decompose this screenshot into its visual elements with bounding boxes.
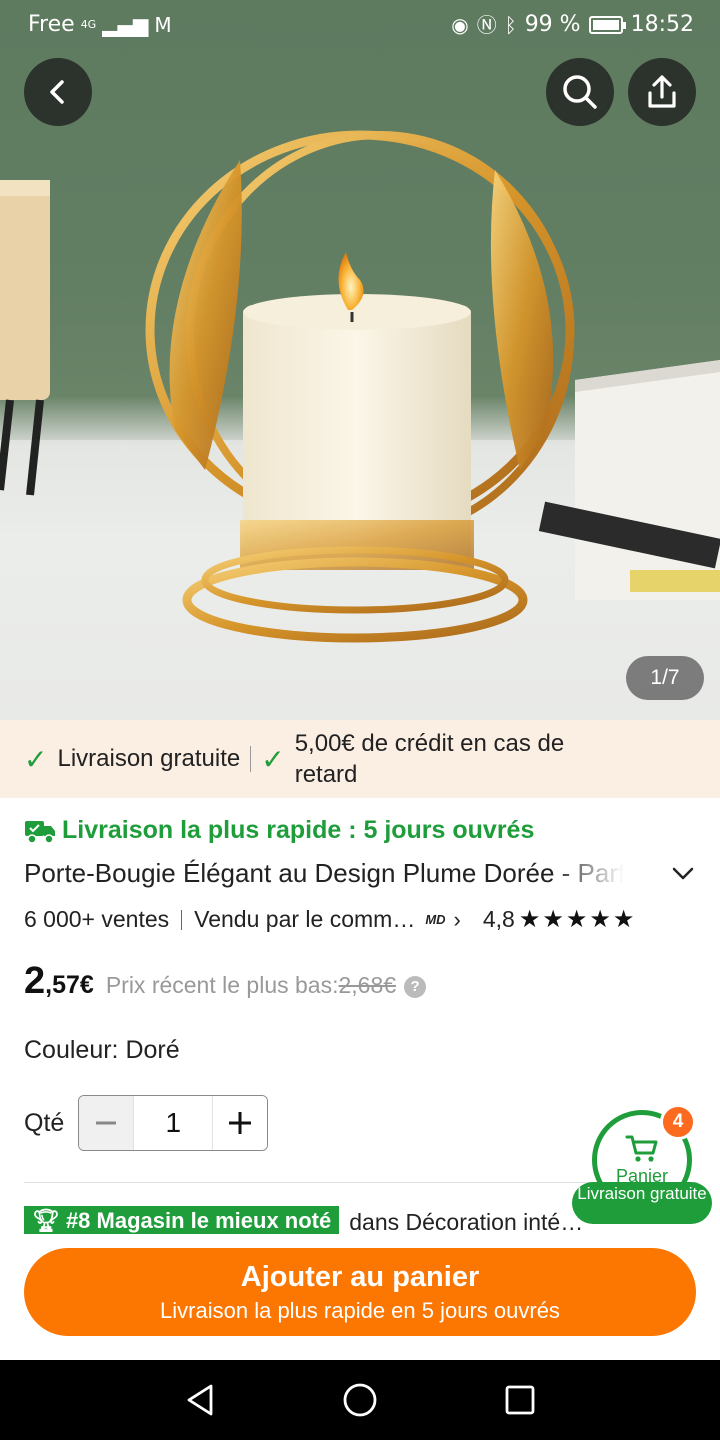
benefit-late-credit-label: 5,00€ de crédit en cas de retard: [294, 730, 565, 788]
help-icon[interactable]: ?: [404, 975, 427, 998]
floating-cart-button[interactable]: Panier 4 Livraison gratuite: [572, 1104, 712, 1226]
quantity-stepper[interactable]: 1: [78, 1095, 269, 1151]
add-to-cart-label: Ajouter au panier: [240, 1260, 480, 1293]
quantity-value[interactable]: 1: [133, 1096, 214, 1150]
quantity-row: Qté 1: [24, 1095, 269, 1151]
rank-badge: 🏆︎ #8 Magasin le mieux noté: [24, 1206, 340, 1236]
signal-icon: 4G: [80, 17, 97, 31]
benefit-free-shipping: ✓ Livraison gratuite: [24, 743, 240, 776]
image-counter: 1/7: [626, 656, 704, 700]
chevron-left-icon: [50, 80, 64, 104]
sales-seller-row: 6 000+ ventes Vendu par le comm… MD › 4,…: [24, 906, 700, 933]
chevron-down-icon[interactable]: [672, 867, 694, 881]
gmail-icon: M: [154, 12, 172, 37]
nav-recents-button[interactable]: [490, 1370, 550, 1430]
bluetooth-icon: ᛒ: [504, 12, 517, 37]
rating-value: 4,8: [482, 906, 515, 932]
price-row: 2 ,57€ Prix récent le plus bas:2,68€ ?: [24, 960, 427, 1003]
nav-home-button[interactable]: [330, 1370, 390, 1430]
star-icon: ★: [589, 905, 611, 933]
clock: 18:52: [630, 12, 694, 37]
system-navigation-bar: [0, 1360, 720, 1440]
network-type: 4G: [80, 17, 97, 31]
check-icon: ✓: [24, 743, 48, 775]
trophy-icon: 🏆︎: [32, 1208, 60, 1233]
triangle-back-icon: [187, 1384, 213, 1416]
cart-free-shipping-pill: Livraison gratuite: [572, 1182, 712, 1224]
star-icon: ★: [565, 905, 588, 933]
seller-badge: MD: [425, 912, 446, 927]
price-note: Prix récent le plus bas:2,68€: [106, 972, 396, 999]
share-button[interactable]: [628, 58, 696, 126]
back-button[interactable]: [24, 58, 92, 126]
rank-badge-label: #8 Magasin le mieux noté: [65, 1208, 332, 1233]
product-photo: [0, 130, 720, 720]
signal-bars-icon: ▂▄▆: [102, 12, 149, 37]
battery-icon: [588, 15, 626, 34]
price-decimal: ,57€: [45, 971, 94, 999]
old-price: 2,68€: [338, 972, 397, 998]
price-note-label: Prix récent le plus bas:: [105, 972, 339, 998]
product-title-row[interactable]: Porte-Bougie Élégant au Design Plume Dor…: [24, 858, 700, 889]
share-icon: [648, 75, 676, 108]
product-title: Porte-Bougie Élégant au Design Plume Dor…: [24, 858, 624, 888]
divider: [250, 746, 252, 772]
bottom-action-area: Ajouter au panier Livraison la plus rapi…: [0, 1234, 720, 1360]
circle-home-icon: [343, 1383, 377, 1417]
fast-shipping-label: Livraison la plus rapide : 5 jours ouvré…: [62, 816, 535, 844]
quantity-label: Qté: [24, 1108, 65, 1137]
decrease-button[interactable]: [79, 1096, 134, 1150]
star-icon: ★: [612, 905, 635, 933]
truck-icon: [25, 820, 55, 844]
benefits-banner: ✓ Livraison gratuite ✓ 5,00€ de crédit e…: [0, 720, 720, 798]
benefit-late-credit: ✓ 5,00€ de crédit en cas de retard: [261, 728, 614, 790]
product-image-gallery[interactable]: Free 4G ▂▄▆ M ◉ Ⓝ ᛒ 99 % 18:52 1/7: [0, 0, 720, 720]
star-icon: ★: [542, 905, 564, 933]
battery-percent: 99 %: [524, 12, 581, 37]
cart-icon: [625, 1135, 658, 1162]
seller-link[interactable]: Vendu par le comm…: [194, 906, 415, 933]
carrier-name: Free: [28, 12, 75, 37]
plus-icon: [229, 1112, 252, 1134]
rank-category: dans Décoration inté…: [349, 1209, 584, 1235]
increase-button[interactable]: [213, 1096, 268, 1150]
sales-count: 6 000+ ventes: [24, 906, 170, 932]
search-icon: [563, 75, 597, 109]
square-recents-icon: [505, 1385, 535, 1415]
nav-back-button[interactable]: [170, 1370, 230, 1430]
chevron-right-icon[interactable]: ›: [454, 907, 461, 933]
status-bar: Free 4G ▂▄▆ M ◉ Ⓝ ᛒ 99 % 18:52: [0, 0, 720, 52]
add-to-cart-sublabel: Livraison la plus rapide en 5 jours ouvr…: [160, 1297, 560, 1323]
benefit-free-shipping-label: Livraison gratuite: [57, 745, 241, 772]
search-button[interactable]: [546, 58, 614, 126]
add-to-cart-button[interactable]: Ajouter au panier Livraison la plus rapi…: [24, 1248, 696, 1336]
rating-stars[interactable]: ★ ★ ★ ★ ★: [518, 905, 635, 933]
nfc-icon: Ⓝ: [476, 12, 497, 37]
star-icon: ★: [518, 905, 541, 933]
cart-count-badge: 4: [660, 1104, 696, 1140]
minus-icon: [96, 1121, 117, 1125]
check-icon: ✓: [261, 743, 285, 775]
divider: [181, 909, 183, 930]
color-selection[interactable]: Couleur: Doré: [24, 1036, 180, 1065]
fast-shipping-info: Livraison la plus rapide : 5 jours ouvré…: [24, 816, 534, 845]
price-integer: 2: [24, 960, 46, 1002]
eye-icon: ◉: [451, 12, 469, 37]
